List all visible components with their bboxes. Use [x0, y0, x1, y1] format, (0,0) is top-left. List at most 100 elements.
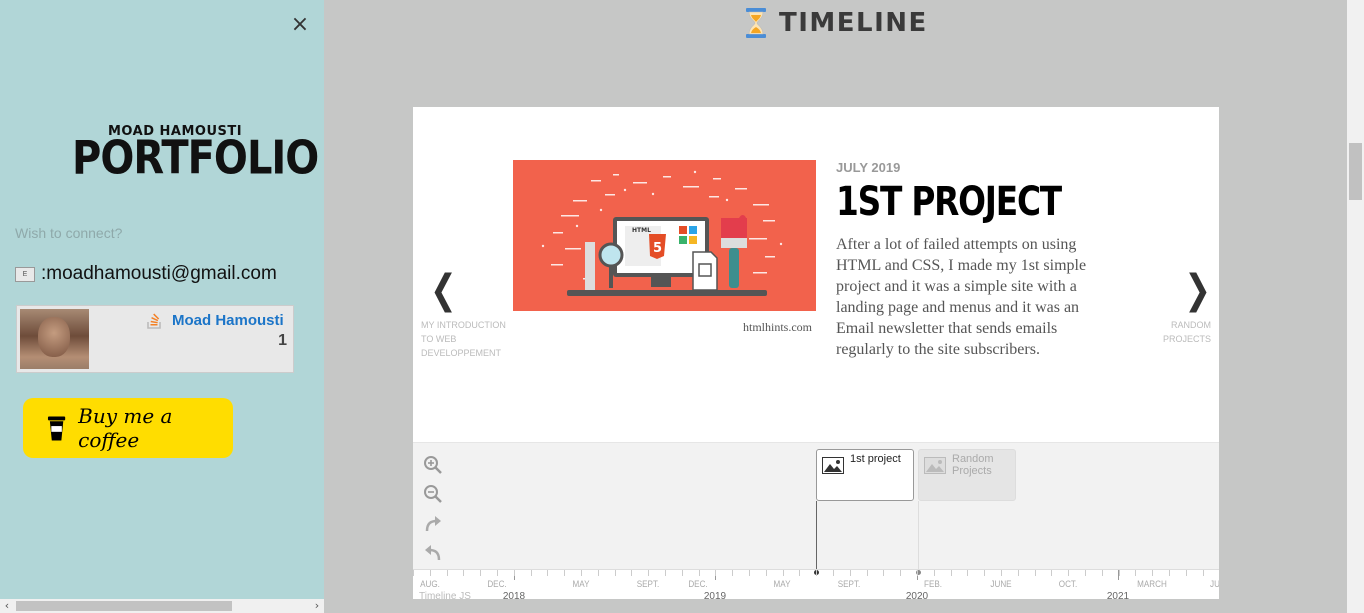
email-row: E : moadhamousti@gmail.com — [15, 263, 277, 285]
marker-label[interactable]: 1st project — [850, 453, 901, 465]
prev-slide-title[interactable]: MY INTRODUCTION TO WEB DEVELOPPEMENT — [421, 318, 511, 360]
axis-tick — [984, 570, 985, 576]
month-label: MARCH — [1137, 579, 1167, 589]
image-icon — [924, 457, 946, 474]
year-label: 2018 — [502, 591, 526, 599]
logo-line2: PORTFOLIO — [72, 132, 319, 185]
axis-tick — [967, 570, 968, 576]
time-axis[interactable]: AUG. DEC. MAY SEPT. DEC. MAY SEPT. FEB. … — [413, 569, 1219, 599]
axis-tick — [665, 570, 666, 576]
stackoverflow-flair[interactable]: Moad Hamousti 1 — [16, 305, 294, 373]
axis-tick — [480, 570, 481, 576]
email-link[interactable]: moadhamousti@gmail.com — [46, 263, 277, 285]
axis-tick — [833, 570, 834, 576]
buy-coffee-button[interactable]: Buy me a coffee — [23, 398, 233, 458]
timeline-navigator[interactable]: 1st project Random Projects AUG. DEC. MA… — [413, 442, 1219, 599]
hourglass-icon — [746, 8, 766, 38]
axis-tick — [900, 570, 901, 576]
chevron-left-icon[interactable]: ❮ — [430, 270, 502, 310]
image-icon — [822, 457, 844, 474]
scrollbar-thumb[interactable] — [1349, 143, 1362, 200]
html-media-label: HTML — [632, 227, 651, 234]
close-icon[interactable]: × — [290, 14, 310, 36]
axis-tick — [514, 570, 515, 576]
axis-tick — [1102, 570, 1103, 576]
axis-tick — [1152, 570, 1153, 576]
timeline-marker-1st-project[interactable]: 1st project — [816, 449, 914, 501]
image-credit: htmlhints.com — [743, 320, 812, 334]
axis-tick — [816, 570, 817, 576]
axis-tick — [749, 570, 750, 576]
next-slide-button[interactable]: ❯ RANDOM PROJECTS — [1121, 270, 1211, 346]
month-label: SEPT. — [837, 579, 861, 589]
month-label: MAY — [572, 579, 590, 589]
axis-tick — [463, 570, 464, 576]
axis-tick — [631, 570, 632, 576]
axis-tick — [1119, 570, 1120, 576]
axis-tick — [1001, 570, 1002, 576]
month-label: OCT. — [1058, 579, 1078, 589]
stackoverflow-reputation: 1 — [278, 332, 287, 349]
month-label: JUNE — [990, 579, 1012, 589]
chevron-right-icon[interactable]: ❯ — [1139, 270, 1211, 310]
axis-tick — [547, 570, 548, 576]
axis-tick — [732, 570, 733, 576]
axis-tick — [699, 570, 700, 576]
marker-line — [816, 501, 817, 569]
scroll-left-icon[interactable]: ‹ — [0, 599, 14, 613]
axis-tick — [1169, 570, 1170, 576]
timeline: ❮ MY INTRODUCTION TO WEB DEVELOPPEMENT H… — [413, 107, 1219, 599]
month-label: SEPT. — [636, 579, 660, 589]
month-label: AUG. — [420, 579, 440, 589]
undo-icon[interactable] — [423, 542, 443, 562]
axis-tick — [581, 570, 582, 576]
month-label: MAY — [773, 579, 791, 589]
slide-date: JULY 2019 — [836, 160, 901, 175]
axis-tick — [934, 570, 935, 576]
axis-tick — [883, 570, 884, 576]
coffee-cup-icon — [47, 416, 66, 441]
scrollbar-thumb[interactable] — [16, 601, 232, 611]
page-title: TIMELINE — [779, 8, 928, 38]
vertical-scrollbar[interactable] — [1347, 0, 1364, 613]
page-header: TIMELINE — [745, 8, 928, 38]
year-label: 2021 — [1106, 591, 1130, 599]
email-icon: E — [15, 266, 35, 282]
next-slide-title[interactable]: RANDOM PROJECTS — [1121, 318, 1211, 346]
redo-icon[interactable] — [423, 513, 443, 533]
axis-tick — [413, 570, 414, 576]
axis-tick — [715, 570, 716, 576]
horizontal-scrollbar[interactable]: ‹ › — [0, 599, 324, 613]
zoom-out-icon[interactable] — [423, 484, 443, 504]
timeline-marker-random-projects[interactable]: Random Projects — [918, 449, 1016, 501]
coffee-label: Buy me a coffee — [78, 404, 173, 452]
axis-tick — [850, 570, 851, 576]
sidebar: × MOAD HAMOUSTI PORTFOLIO Wish to connec… — [0, 0, 324, 613]
connect-prompt: Wish to connect? — [15, 225, 123, 241]
marker-label[interactable]: Random Projects — [952, 453, 1012, 477]
month-label: JU — [1210, 579, 1219, 589]
stackoverflow-icon — [147, 313, 161, 329]
slide-title: 1ST PROJECT — [836, 179, 1062, 225]
avatar — [20, 309, 89, 369]
stackoverflow-name[interactable]: Moad Hamousti — [172, 312, 284, 329]
axis-tick — [682, 570, 683, 576]
axis-tick — [1035, 570, 1036, 576]
axis-tick — [1186, 570, 1187, 576]
axis-tick — [1203, 570, 1204, 576]
year-label: 2019 — [703, 591, 727, 599]
axis-tick — [615, 570, 616, 576]
axis-tick — [430, 570, 431, 576]
axis-tick — [531, 570, 532, 576]
axis-tick — [799, 570, 800, 576]
axis-tick — [564, 570, 565, 576]
axis-tick — [598, 570, 599, 576]
marker-line — [918, 501, 919, 569]
scroll-right-icon[interactable]: › — [310, 599, 324, 613]
zoom-in-icon[interactable] — [423, 455, 443, 475]
html-illustration: HTML 5 — [541, 170, 783, 296]
axis-tick — [447, 570, 448, 576]
timelinejs-branding[interactable]: Timeline JS — [419, 591, 471, 599]
prev-slide-button[interactable]: ❮ MY INTRODUCTION TO WEB DEVELOPPEMENT — [421, 270, 511, 360]
axis-tick — [1051, 570, 1052, 576]
